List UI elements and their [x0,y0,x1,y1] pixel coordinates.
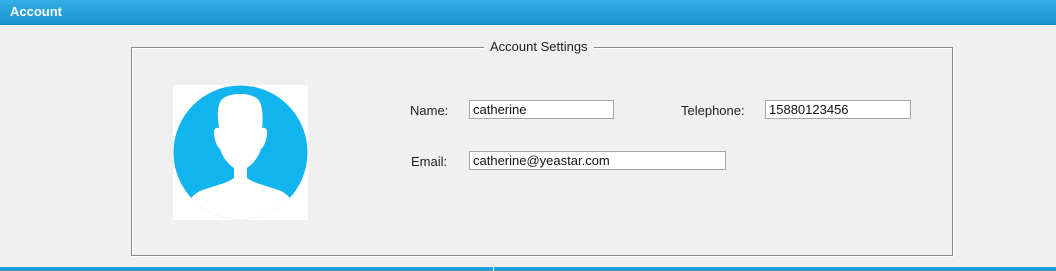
account-settings-legend: Account Settings [484,39,594,54]
page-title: Account [10,4,62,19]
page-header: Account [0,0,1056,25]
name-input[interactable] [469,100,614,119]
email-input[interactable] [469,151,726,170]
telephone-input[interactable] [765,100,911,119]
user-silhouette-icon [173,85,308,220]
bottom-bar-divider [493,267,494,271]
name-label: Name: [410,103,449,118]
bottom-bar [0,267,1056,271]
email-label: Email: [411,154,448,169]
telephone-label: Telephone: [681,103,745,118]
avatar [173,85,308,220]
